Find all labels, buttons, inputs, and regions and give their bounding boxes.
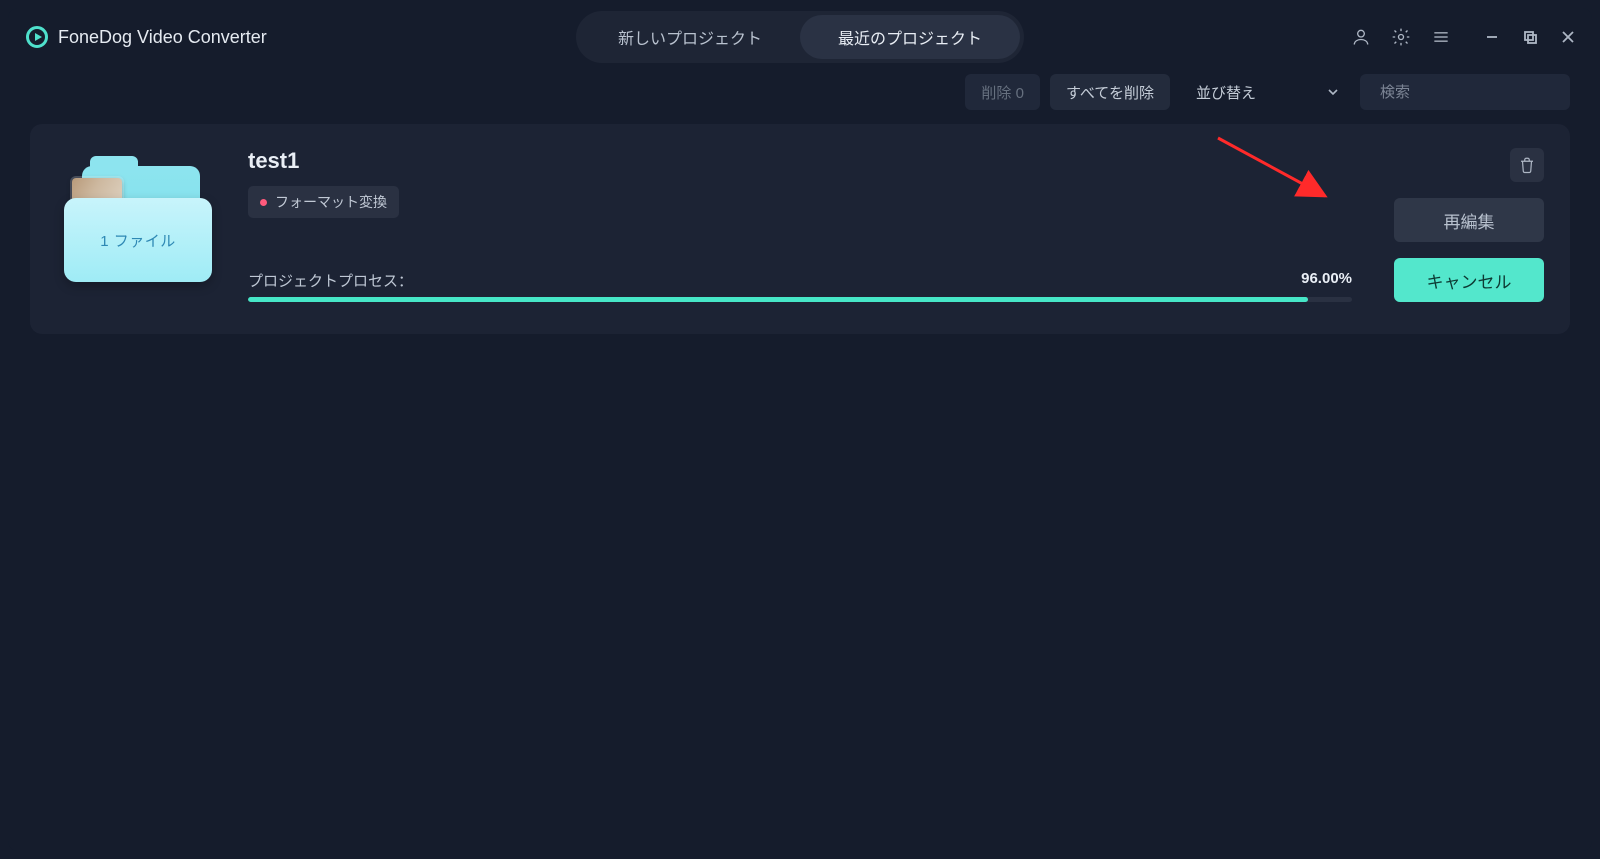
project-actions: 再編集 キャンセル (1388, 148, 1544, 302)
format-convert-badge: フォーマット変換 (248, 186, 399, 218)
project-thumbnail: 1 ファイル (60, 156, 220, 286)
sort-label: 並び替え (1196, 82, 1256, 103)
account-icon[interactable] (1348, 24, 1374, 50)
delete-button[interactable]: 削除 0 (965, 74, 1040, 110)
progress: プロジェクトプロセス： 96.00% (248, 270, 1352, 302)
project-card: 1 ファイル test1 フォーマット変換 プロジェクトプロセス： 96.00% (30, 124, 1570, 334)
titlebar: FoneDog Video Converter 新しいプロジェクト 最近のプロジ… (8, 8, 1592, 66)
project-tabs: 新しいプロジェクト 最近のプロジェクト (576, 11, 1024, 63)
app-title: FoneDog Video Converter (58, 27, 267, 48)
play-icon (26, 26, 48, 48)
status-dot-icon (260, 199, 267, 206)
file-count-label: 1 ファイル (64, 198, 212, 282)
delete-project-button[interactable] (1510, 148, 1544, 182)
cancel-button[interactable]: キャンセル (1394, 258, 1544, 302)
search-input[interactable] (1380, 84, 1579, 101)
gear-icon[interactable] (1388, 24, 1414, 50)
window-controls (1478, 23, 1582, 51)
project-list: 1 ファイル test1 フォーマット変換 プロジェクトプロセス： 96.00% (8, 124, 1592, 851)
trash-icon (1518, 156, 1536, 174)
re-edit-button[interactable]: 再編集 (1394, 198, 1544, 242)
app-logo: FoneDog Video Converter (26, 26, 267, 48)
project-info: test1 フォーマット変換 プロジェクトプロセス： 96.00% (248, 148, 1352, 302)
tab-recent-projects[interactable]: 最近のプロジェクト (800, 15, 1020, 59)
titlebar-actions (1348, 23, 1582, 51)
list-toolbar: 削除 0 すべてを削除 並び替え (8, 66, 1592, 124)
project-title: test1 (248, 148, 1352, 174)
minimize-button[interactable] (1478, 23, 1506, 51)
progress-label: プロジェクトプロセス： (248, 270, 413, 291)
progress-percent: 96.00% (1301, 270, 1352, 291)
chevron-down-icon (1326, 85, 1340, 99)
search-box[interactable] (1360, 74, 1570, 110)
maximize-button[interactable] (1516, 23, 1544, 51)
delete-all-button[interactable]: すべてを削除 (1050, 74, 1170, 110)
menu-icon[interactable] (1428, 24, 1454, 50)
progress-bar (248, 297, 1352, 302)
tab-new-project[interactable]: 新しいプロジェクト (580, 15, 800, 59)
sort-select[interactable]: 並び替え (1180, 74, 1350, 110)
close-button[interactable] (1554, 23, 1582, 51)
badge-label: フォーマット変換 (275, 192, 387, 212)
